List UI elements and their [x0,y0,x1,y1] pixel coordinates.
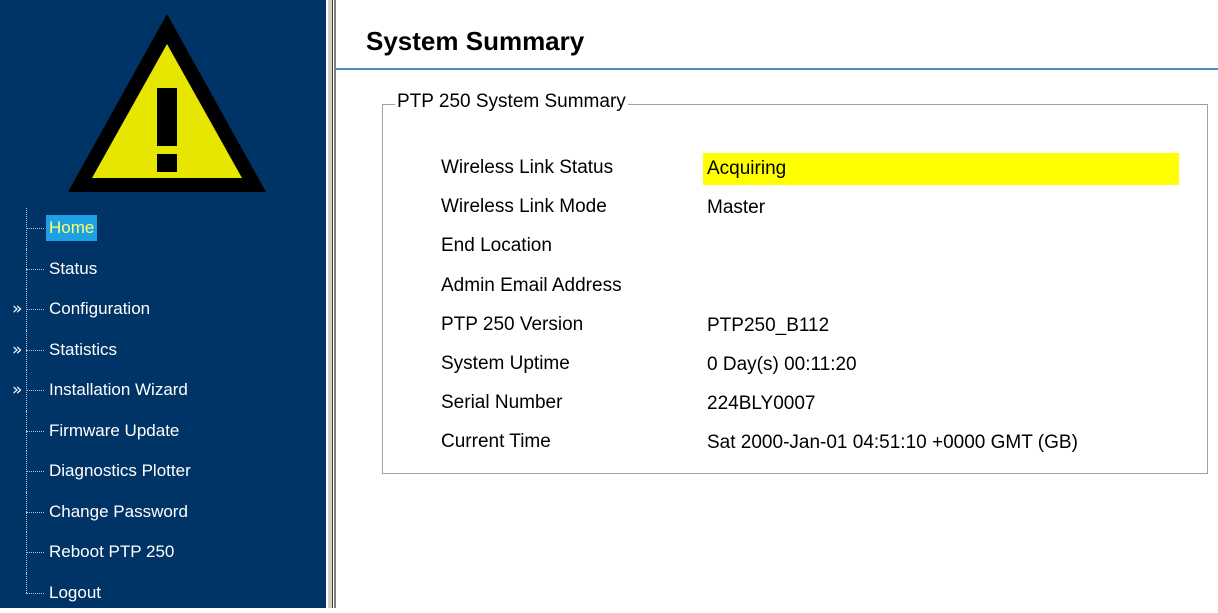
summary-row-current-time: Current Time Sat 2000-Jan-01 04:51:10 +00… [441,425,1191,464]
tree-connector [26,492,46,533]
sidebar-item-installation-wizard[interactable]: »Installation Wizard [0,370,326,411]
sidebar-item-label[interactable]: Status [46,256,100,282]
sidebar-item-label[interactable]: Logout [46,580,104,606]
page-title: System Summary [366,26,584,57]
main-content: System Summary PTP 250 System Summary Wi… [336,0,1218,608]
warning-triangle-icon [62,8,272,198]
summary-table: Wireless Link StatusAcquiringWireless Li… [441,151,1191,465]
sidebar-item-statistics[interactable]: »Statistics [0,330,326,371]
tree-connector [26,330,46,371]
status-badge: Acquiring [703,153,1179,185]
summary-value [703,231,707,263]
sidebar: Home Status »Configuration»Statistics»Inst… [0,0,326,608]
tree-connector [26,249,46,290]
summary-row-wireless-link-mode: Wireless Link Mode Master [441,190,1191,229]
summary-value: 224BLY0007 [703,388,815,420]
summary-label: Current Time [441,431,551,453]
tree-connector [26,289,46,330]
summary-label: Wireless Link Mode [441,196,607,218]
summary-row-wireless-link-status: Wireless Link Status Acquiring [441,151,1191,190]
summary-label: Serial Number [441,392,562,414]
summary-label: Admin Email Address [441,275,622,297]
frame-splitter[interactable] [326,0,336,608]
sidebar-item-configuration[interactable]: »Configuration [0,289,326,330]
summary-label: End Location [441,235,552,257]
summary-row-system-uptime: System Uptime 0 Day(s) 00:11:20 [441,347,1191,386]
sidebar-item-label[interactable]: Firmware Update [46,418,182,444]
tree-connector [26,208,46,249]
title-bar: System Summary [336,8,1218,70]
summary-label: Wireless Link Status [441,157,613,179]
summary-label: PTP 250 Version [441,314,583,336]
summary-row-admin-email-address: Admin Email Address [441,269,1191,308]
sidebar-item-label[interactable]: Diagnostics Plotter [46,458,194,484]
sidebar-item-home[interactable]: Home [0,208,326,249]
summary-value: Master [703,192,765,224]
sidebar-nav: Home Status »Configuration»Statistics»Inst… [0,208,326,613]
summary-label: System Uptime [441,353,570,375]
app-window: Home Status »Configuration»Statistics»Inst… [0,0,1218,608]
sidebar-item-label[interactable]: Statistics [46,337,120,363]
summary-row-serial-number: Serial Number 224BLY0007 [441,386,1191,425]
summary-value: Sat 2000-Jan-01 04:51:10 +0000 GMT (GB) [703,427,1078,459]
sidebar-item-label[interactable]: Home [46,215,97,241]
tree-connector [26,451,46,492]
sidebar-item-logout[interactable]: Logout [0,573,326,613]
sidebar-item-diagnostics-plotter[interactable]: Diagnostics Plotter [0,451,326,492]
sidebar-item-label[interactable]: Installation Wizard [46,377,191,403]
tree-connector [26,532,46,573]
summary-row-ptp-250-version: PTP 250 Version PTP250_B112 [441,308,1191,347]
sidebar-item-label[interactable]: Reboot PTP 250 [46,539,177,565]
summary-row-end-location: End Location [441,229,1191,268]
sidebar-item-reboot-ptp-250[interactable]: Reboot PTP 250 [0,532,326,573]
sidebar-item-change-password[interactable]: Change Password [0,492,326,533]
summary-value [703,271,707,303]
system-summary-group: PTP 250 System Summary Wireless Link Sta… [382,104,1208,474]
sidebar-item-status[interactable]: Status [0,249,326,290]
system-summary-legend: PTP 250 System Summary [395,91,628,113]
sidebar-item-label[interactable]: Configuration [46,296,153,322]
tree-connector [26,370,46,411]
sidebar-item-label[interactable]: Change Password [46,499,191,525]
summary-value: 0 Day(s) 00:11:20 [703,349,857,381]
tree-connector [26,411,46,452]
sidebar-item-firmware-update[interactable]: Firmware Update [0,411,326,452]
tree-connector [26,573,46,613]
summary-value: PTP250_B112 [703,310,829,342]
